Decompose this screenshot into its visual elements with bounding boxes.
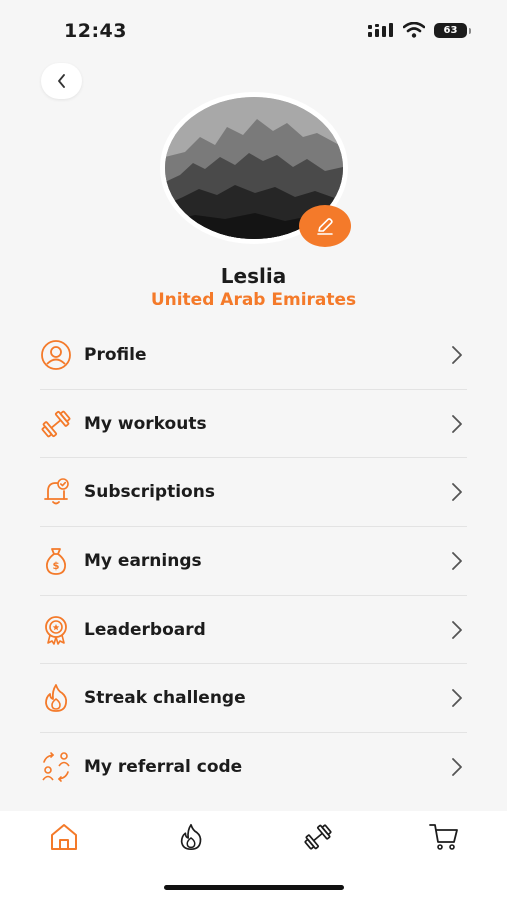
tab-workouts[interactable]: [298, 817, 338, 857]
user-country: United Arab Emirates: [150, 290, 357, 310]
home-icon: [51, 824, 77, 850]
svg-text:$: $: [53, 561, 60, 572]
money-bag-icon: $: [40, 545, 72, 577]
dumbbell-icon: [40, 408, 72, 440]
flame-icon: [180, 823, 202, 851]
cart-icon: [429, 824, 458, 850]
menu-item-label: My referral code: [84, 757, 243, 778]
status-icons: 63: [368, 22, 471, 38]
back-button[interactable]: [41, 63, 82, 99]
menu-item-label: Streak challenge: [84, 688, 246, 709]
tab-streak[interactable]: [171, 817, 211, 857]
menu-item-my-earnings[interactable]: $ My earnings: [40, 527, 467, 596]
dumbbell-icon: [304, 824, 332, 850]
menu-item-leaderboard[interactable]: Leaderboard: [40, 596, 467, 665]
status-bar: 12:43 63: [0, 0, 507, 60]
menu-item-label: Leaderboard: [84, 619, 206, 640]
home-indicator: [164, 885, 344, 890]
tab-cart[interactable]: [424, 817, 464, 857]
status-time: 12:43: [64, 20, 127, 42]
tab-home[interactable]: [44, 817, 84, 857]
chevron-right-icon: [447, 414, 467, 434]
user-name: Leslia: [220, 264, 287, 288]
chevron-right-icon: [447, 757, 467, 777]
chevron-left-icon: [57, 74, 65, 88]
wifi-icon: [403, 22, 425, 38]
menu-item-streak-challenge[interactable]: Streak challenge: [40, 664, 467, 734]
edit-avatar-button[interactable]: [299, 205, 351, 247]
battery-level: 63: [443, 24, 458, 36]
award-badge-icon: [40, 614, 72, 646]
pencil-icon: [317, 218, 333, 235]
menu-item-my-referral-code[interactable]: My referral code: [40, 733, 467, 802]
chevron-right-icon: [447, 688, 467, 708]
chevron-right-icon: [447, 620, 467, 640]
menu-item-label: Subscriptions: [84, 482, 215, 503]
menu-item-subscriptions[interactable]: Subscriptions: [40, 458, 467, 528]
chevron-right-icon: [447, 345, 467, 365]
referral-users-icon: [40, 751, 72, 783]
chevron-right-icon: [447, 482, 467, 502]
menu-item-label: Profile: [84, 344, 147, 365]
flame-icon: [40, 682, 72, 714]
chevron-right-icon: [447, 551, 467, 571]
menu-item-profile[interactable]: Profile: [40, 321, 467, 390]
battery-icon: 63: [434, 22, 471, 38]
user-circle-icon: [40, 339, 72, 371]
menu-item-my-workouts[interactable]: My workouts: [40, 390, 467, 459]
menu-item-label: My workouts: [84, 413, 207, 434]
bell-check-icon: [40, 476, 72, 508]
cellular-signal-icon: [368, 23, 393, 37]
settings-menu: Profile My workouts Subscriptions $ My e…: [40, 321, 467, 802]
menu-item-label: My earnings: [84, 550, 202, 571]
